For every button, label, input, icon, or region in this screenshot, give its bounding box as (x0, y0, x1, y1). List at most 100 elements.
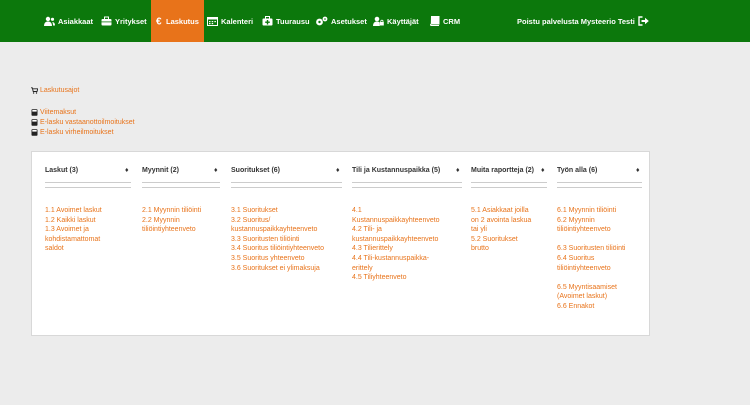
report-link[interactable]: 4.4 Tili-kustannuspaikka- (352, 254, 440, 264)
nav-item-laskutus[interactable]: € Laskutus (151, 0, 204, 42)
svg-text:€: € (156, 17, 162, 27)
column-header[interactable]: Laskut (3) ♦ (45, 167, 131, 179)
nav-item-kalenteri[interactable]: Kalenteri (207, 0, 253, 42)
report-link[interactable]: kustannuspaikkayhteenveto (231, 225, 324, 235)
report-link[interactable]: 3.3 Suoritusten tiliöinti (231, 235, 324, 245)
column-header[interactable]: Suoritukset (6) ♦ (231, 167, 342, 179)
report-link[interactable]: saldot (45, 244, 102, 254)
nav-item-yritykset[interactable]: Yritykset (101, 0, 147, 42)
briefcase-icon (101, 16, 112, 26)
report-list: 6.1 Myynnin tiliöinti 6.2 Myynnin tiliöi… (557, 206, 625, 312)
divider (471, 182, 547, 183)
user-lock-icon (373, 16, 384, 26)
column-header-label: Suoritukset (6) (231, 167, 281, 174)
report-link[interactable]: 1.3 Avoimet ja (45, 225, 102, 235)
report-list: 1.1 Avoimet laskut 1.2 Kaikki laskut 1.3… (45, 206, 102, 254)
calculator-icon (31, 109, 38, 116)
column-header[interactable]: Tili ja Kustannuspaikka (5) ♦ (352, 167, 462, 179)
column-header-label: Muita raportteja (2) (471, 167, 535, 174)
report-link[interactable]: 2.1 Myynnin tiliöinti (142, 206, 201, 216)
report-link[interactable]: tiliöintiyhteenveto (142, 225, 201, 235)
report-list: 5.1 Asiakkaat joilla on 2 avointa laskua… (471, 206, 531, 254)
report-link[interactable]: 6.4 Suoritus (557, 254, 625, 264)
column-header-label: Työn alla (6) (557, 167, 598, 174)
report-list: 4.1 Kustannuspaikkayhteenveto 4.2 Tili- … (352, 206, 440, 283)
column-header[interactable]: Muita raportteja (2) ♦ (471, 167, 547, 179)
report-link[interactable]: 4.5 Tiliyhteenveto (352, 273, 440, 283)
report-link[interactable]: 5.2 Suoritukset (471, 235, 531, 245)
nav-item-asetukset[interactable]: Asetukset (315, 0, 367, 42)
report-link[interactable]: kustannuspaikkayhteenveto (352, 235, 440, 245)
report-link[interactable]: 6.1 Myynnin tiliöinti (557, 206, 625, 216)
nav-label: Kalenteri (221, 16, 254, 26)
report-link[interactable]: 4.1 (352, 206, 440, 216)
nav-label: Asiakkaat (58, 16, 94, 26)
nav-item-tuurausu[interactable]: Tuurausu (262, 0, 310, 42)
report-link[interactable]: 6.6 Ennakot (557, 302, 625, 312)
late-fees-label: Viitemaksut (40, 109, 77, 116)
billing-runs-link[interactable]: Laskutusajot (31, 87, 79, 94)
column-header-label: Myynnit (2) (142, 167, 179, 174)
column-header-label: Laskut (3) (45, 167, 79, 174)
nav-item-asiakkaat[interactable]: Asiakkaat (44, 0, 93, 42)
report-link[interactable]: 3.6 Suoritukset ei ylimaksuja (231, 264, 324, 274)
divider (557, 187, 642, 188)
report-link[interactable]: kohdistamattomat (45, 235, 102, 245)
nav-item-crm[interactable]: CRM (429, 0, 460, 42)
report-link[interactable]: erittely (352, 264, 440, 274)
medkit-icon (262, 16, 273, 26)
column-header[interactable]: Työn alla (6) ♦ (557, 167, 642, 179)
report-link[interactable]: tiliöintiyhteenveto (557, 264, 625, 274)
billing-runs-label: Laskutusajot (40, 87, 80, 94)
report-link[interactable]: 1.2 Kaikki laskut (45, 216, 102, 226)
calendar-icon (207, 16, 218, 26)
report-link[interactable]: 3.2 Suoritus/ (231, 216, 324, 226)
report-link[interactable]: 3.5 Suoritus yhteenveto (231, 254, 324, 264)
report-link[interactable]: 5.1 Asiakkaat joilla (471, 206, 531, 216)
top-nav: Asiakkaat Yritykset € Laskutus Kalenteri… (0, 0, 750, 42)
divider (352, 187, 462, 188)
report-link[interactable]: Kustannuspaikkayhteenveto (352, 216, 440, 226)
divider (45, 187, 131, 188)
calculator-icon (31, 129, 38, 136)
divider (142, 187, 220, 188)
column-header-label: Tili ja Kustannuspaikka (5) (352, 167, 441, 174)
divider (557, 182, 642, 183)
nav-item-kayttajat[interactable]: Käyttäjät (373, 0, 419, 42)
late-fees-link[interactable]: Viitemaksut (31, 109, 76, 116)
reports-panel: Laskut (3) ♦ 1.1 Avoimet laskut 1.2 Kaik… (31, 151, 650, 336)
einvoice-receipts-link[interactable]: E-lasku vastaanottoilmoitukset (31, 119, 135, 126)
report-link[interactable]: 4.2 Tili- ja (352, 225, 440, 235)
sort-icon: ♦ (336, 167, 340, 174)
report-link[interactable]: tai yli (471, 225, 531, 235)
sort-icon: ♦ (541, 167, 545, 174)
nav-label: Laskutus (166, 16, 199, 26)
logout-link[interactable]: Poistu palvelusta Mysteerio Testi (517, 0, 652, 42)
report-link[interactable]: 4.3 Tilierittely (352, 244, 440, 254)
report-link[interactable]: 6.2 Myynnin (557, 216, 625, 226)
report-link[interactable]: 3.1 Suoritukset (231, 206, 324, 216)
report-link[interactable]: 6.5 Myyntisaamiset (557, 283, 625, 293)
sort-icon: ♦ (456, 167, 460, 174)
report-link[interactable]: brutto (471, 244, 531, 254)
nav-label: Tuurausu (276, 16, 310, 26)
report-list: 2.1 Myynnin tiliöinti 2.2 Myynnin tiliöi… (142, 206, 201, 235)
report-link[interactable]: 2.2 Myynnin (142, 216, 201, 226)
users-icon (44, 16, 55, 26)
report-link[interactable]: on 2 avointa laskua (471, 216, 531, 226)
divider (231, 187, 342, 188)
divider (471, 187, 547, 188)
column-header[interactable]: Myynnit (2) ♦ (142, 167, 220, 179)
report-link[interactable]: 6.3 Suoritusten tiliöinti (557, 244, 625, 254)
nav-label: Käyttäjät (387, 16, 419, 26)
einvoice-errors-link[interactable]: E-lasku virheilmoitukset (31, 129, 114, 136)
report-link[interactable]: 1.1 Avoimet laskut (45, 206, 102, 216)
sort-icon: ♦ (125, 167, 129, 174)
report-link[interactable]: 3.4 Suoritus tiliöintiyhteenveto (231, 244, 324, 254)
divider (231, 182, 342, 183)
report-link[interactable]: (Avoimet laskut) (557, 292, 625, 302)
logout-label: Poistu palvelusta Mysteerio Testi (517, 16, 635, 26)
report-link[interactable]: tiliöintiyhteenveto (557, 225, 625, 235)
